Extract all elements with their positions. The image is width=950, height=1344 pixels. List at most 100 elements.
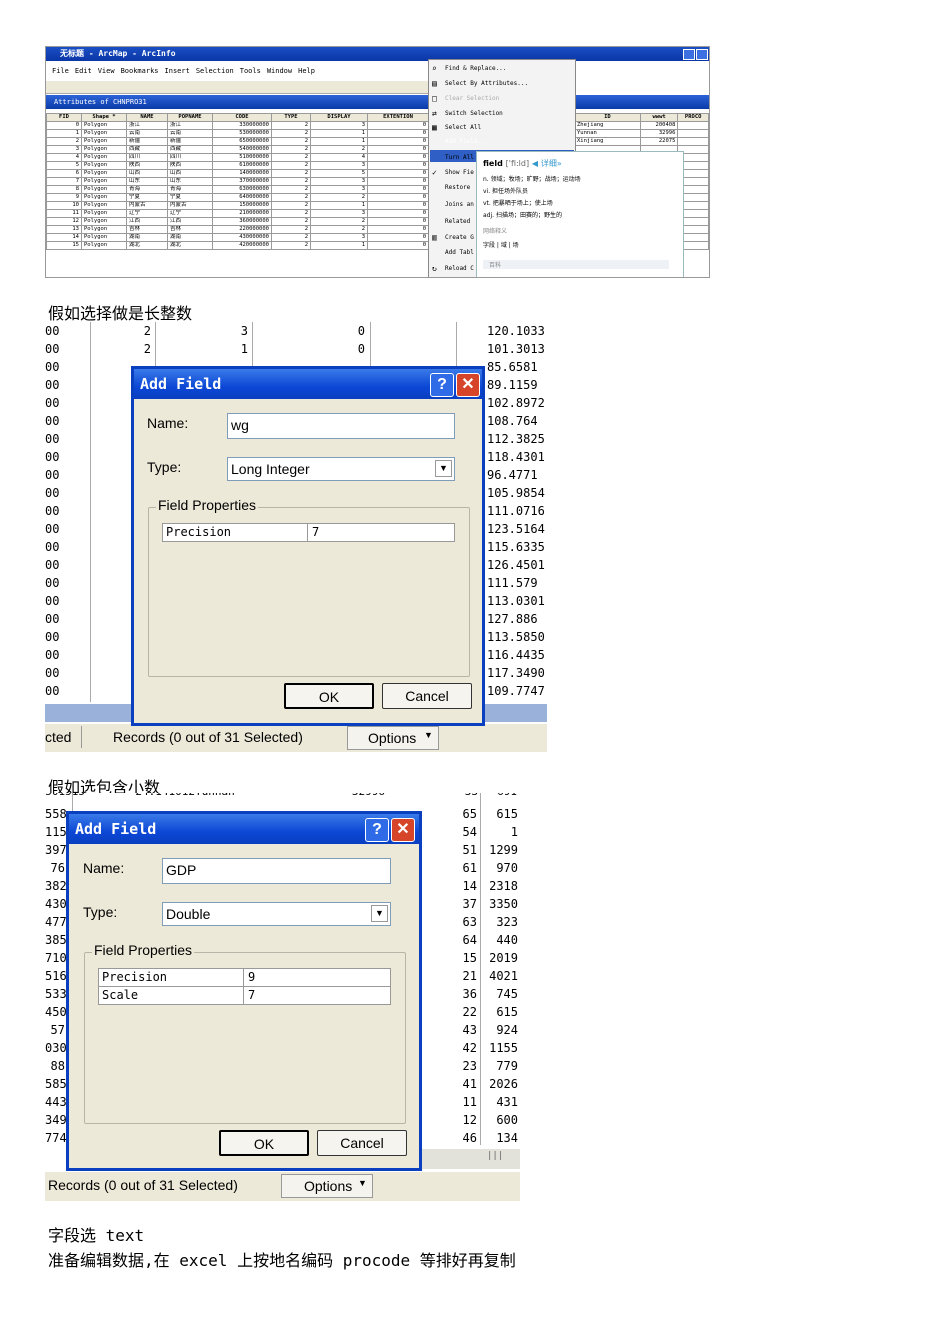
create-graph-icon: ▥	[432, 233, 437, 242]
column-header[interactable]: NAME	[126, 113, 168, 122]
table-row[interactable]: 11 Polygon 辽宁 辽宁 210000000 2 3 0	[46, 209, 429, 218]
menu-item[interactable]: Bookmarks	[121, 67, 159, 75]
ok-button[interactable]: OK	[219, 1130, 309, 1156]
table-row[interactable]: 7 Polygon 山东 山东 370000000 2 3 0	[46, 177, 429, 186]
maximize-icon[interactable]	[696, 49, 708, 60]
ok-button[interactable]: OK	[284, 683, 374, 709]
column-header[interactable]: PROCO	[677, 113, 709, 122]
table-row[interactable]: 14 Polygon 湖南 湖南 430000000 2 3 0	[46, 233, 429, 242]
table-row[interactable]: 6 Polygon 山西 山西 140000000 2 5 0	[46, 169, 429, 178]
table-cell: 1	[46, 129, 82, 138]
cancel-button[interactable]: Cancel	[317, 1130, 407, 1156]
table-row[interactable]: Xinjiang 22075	[574, 137, 709, 146]
table-row[interactable]: Zhejiang 200408	[574, 121, 709, 130]
menu-item[interactable]: Reload C	[445, 263, 474, 275]
menu-item[interactable]: Selection	[196, 67, 234, 75]
dict-detail-link[interactable]: 详细»	[541, 159, 562, 168]
precision-value[interactable]: 7	[312, 524, 319, 541]
column-header[interactable]: TYPE	[271, 113, 311, 122]
table-row[interactable]: 5 Polygon 陕西 陕西 610000000 2 3 0	[46, 161, 429, 170]
type-select[interactable]: Long Integer ▼	[227, 457, 455, 481]
menu-item[interactable]: Edit	[75, 67, 92, 75]
table-cell: 710	[45, 951, 67, 965]
table-cell: 2	[143, 342, 151, 356]
column-header[interactable]: FID	[46, 113, 82, 122]
menu-item[interactable]: Add Field...	[445, 136, 488, 148]
table-row[interactable]: 8 Polygon 青海 青海 630000000 2 3 0	[46, 185, 429, 194]
menu-item[interactable]: Tools	[240, 67, 261, 75]
table-row[interactable]: 3 Polygon 西藏 西藏 540000000 2 2 0	[46, 145, 429, 154]
name-field[interactable]: GDP	[162, 858, 391, 884]
menu-item[interactable]: Turn All	[445, 152, 474, 164]
table-row[interactable]: Yunnan 32996	[574, 129, 709, 138]
minimize-icon[interactable]	[683, 49, 695, 60]
precision-row[interactable]: Precision 7	[162, 523, 455, 542]
table-row[interactable]: 12 Polygon 江西 江西 360000000 2 2 0	[46, 217, 429, 226]
menu-item[interactable]: Clear Selection	[445, 93, 499, 105]
table-row[interactable]: 4 Polygon 四川 四川 510000000 2 4 0	[46, 153, 429, 162]
menu-item[interactable]: Create G	[445, 232, 474, 244]
dict-def-1: n. 领域；牧场；旷野；战场；运动场	[483, 176, 581, 183]
table-row[interactable]: 0 Polygon 浙江 浙江 330000000 2 3 0	[46, 121, 429, 130]
speaker-icon[interactable]: ◀	[532, 159, 538, 168]
scale-row[interactable]: Scale 7	[98, 986, 391, 1005]
menu-item[interactable]: Help	[298, 67, 315, 75]
table-row[interactable]: 13 Polygon 吉林 吉林 220000000 2 2 0	[46, 225, 429, 234]
column-header[interactable]: DISPLAY	[310, 113, 368, 122]
options-button[interactable]: Options ▼	[347, 726, 439, 750]
menu-item[interactable]: Find & Replace...	[445, 63, 506, 75]
table-cell: 443	[45, 1095, 67, 1109]
dict-baike-tab[interactable]: 百科	[483, 260, 669, 269]
precision-value[interactable]: 9	[248, 969, 255, 986]
options-button[interactable]: Options ▼	[281, 1174, 373, 1198]
column-header[interactable]: ID	[574, 113, 641, 122]
table-cell: 2	[310, 217, 368, 226]
menu-item[interactable]: Window	[267, 67, 292, 75]
table-cell: 3	[240, 324, 248, 338]
menu-item[interactable]: File	[52, 67, 69, 75]
table-cell: Polygon	[81, 193, 127, 202]
type-select[interactable]: Double ▼	[162, 902, 391, 926]
table-row[interactable]: 9 Polygon 宁夏 宁夏 640000000 2 2 0	[46, 193, 429, 202]
scrollbar[interactable]: |||	[421, 1149, 520, 1169]
help-icon[interactable]: ?	[430, 373, 454, 397]
table-row[interactable]: 10 Polygon 内蒙古 内蒙古 150000000 2 1 0	[46, 201, 429, 210]
table-cell: Polygon	[81, 209, 127, 218]
menu-item[interactable]: Select All	[445, 122, 481, 134]
name-field[interactable]: wg	[227, 413, 455, 439]
help-icon[interactable]: ?	[365, 818, 389, 842]
menu-item[interactable]: Insert	[165, 67, 190, 75]
chevron-down-icon[interactable]: ▼	[435, 460, 452, 477]
chevron-down-icon[interactable]: ▼	[371, 905, 388, 922]
cancel-button[interactable]: Cancel	[382, 683, 472, 709]
menu-item[interactable]: View	[98, 67, 115, 75]
column-header[interactable]: POPNAME	[167, 113, 213, 122]
caption-long-integer: 假如选择做是长整数	[48, 304, 193, 323]
table-cell: 00	[45, 612, 60, 626]
type-value: Double	[166, 906, 211, 922]
dict-net-label: 网络释义	[483, 228, 508, 235]
menu-item[interactable]: Add Tabl	[445, 247, 474, 259]
menu-item[interactable]: Related	[445, 216, 470, 228]
menu-item[interactable]: Joins an	[445, 199, 474, 211]
column-header[interactable]: CODE	[212, 113, 272, 122]
table-cell: 吉林	[126, 225, 168, 234]
menu-item[interactable]: Switch Selection	[445, 108, 503, 120]
column-header[interactable]: Shape *	[81, 113, 127, 122]
scale-value[interactable]: 7	[248, 987, 255, 1004]
table-cell: 140000000	[212, 169, 272, 178]
menu-item[interactable]: Show Fie	[445, 167, 474, 179]
table-cell: 00	[45, 648, 60, 662]
menu-item[interactable]: Restore	[445, 182, 470, 194]
table-cell: 370000000	[212, 177, 272, 186]
menu-item[interactable]: Select By Attributes...	[445, 78, 528, 90]
precision-row[interactable]: Precision 9	[98, 968, 391, 987]
close-icon[interactable]: ✕	[456, 373, 480, 397]
close-icon[interactable]: ✕	[391, 818, 415, 842]
table-row[interactable]: 2 Polygon 新疆 新疆 650000000 2 1 0	[46, 137, 429, 146]
table-row[interactable]: 1 Polygon 云南 云南 530000000 2 1 0	[46, 129, 429, 138]
table-row[interactable]: 15 Polygon 湖北 湖北 420000000 2 1 0	[46, 241, 429, 250]
column-header[interactable]: EXTENTION	[367, 113, 429, 122]
table-cell: 4021	[489, 969, 518, 983]
column-header[interactable]: wwwt	[639, 113, 679, 122]
